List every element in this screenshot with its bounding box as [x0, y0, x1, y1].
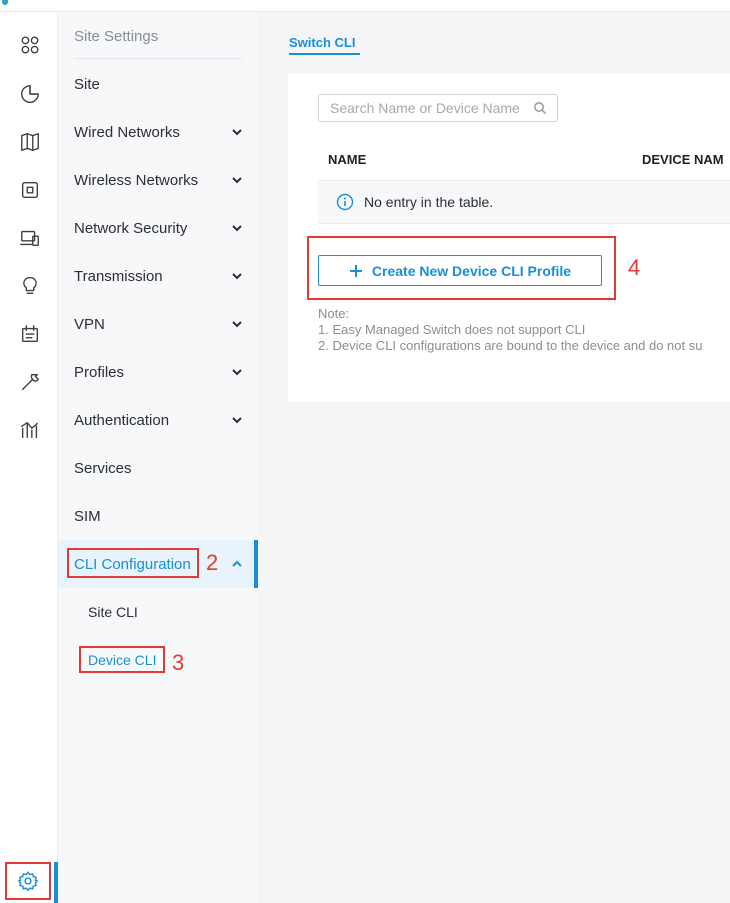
- chevron-down-icon: [230, 317, 244, 331]
- nav-item-label: Profiles: [74, 363, 125, 381]
- tools-icon[interactable]: [17, 369, 43, 395]
- chevron-down-icon: [230, 221, 244, 235]
- nav-subitem-label: Site CLI: [88, 604, 138, 620]
- settings-gear-icon[interactable]: [5, 862, 51, 900]
- empty-table-message: No entry in the table.: [364, 194, 494, 210]
- nav-item-label: Site: [74, 75, 100, 93]
- site-settings-nav: Site Settings Site Wired Networks Wirele…: [58, 12, 258, 903]
- info-icon: [336, 193, 354, 211]
- table-empty-row: No entry in the table.: [318, 181, 730, 224]
- nav-item-site[interactable]: Site: [58, 60, 258, 108]
- note-heading: Note:: [318, 306, 350, 321]
- annotation-2: 2: [206, 550, 219, 575]
- search-input[interactable]: [330, 100, 526, 116]
- search-icon[interactable]: [533, 101, 547, 115]
- highlight-box-3: [79, 646, 165, 673]
- note-line-1: 1. Easy Managed Switch does not support …: [318, 322, 586, 337]
- annotation-3: 3: [172, 650, 185, 675]
- nav-item-label: Transmission: [74, 267, 163, 285]
- dashboard-icon[interactable]: [17, 32, 43, 58]
- icon-rail: [0, 12, 58, 903]
- nav-item-profiles[interactable]: Profiles: [58, 348, 258, 396]
- tab-active-underline: [289, 53, 360, 55]
- chevron-up-icon: [230, 557, 244, 571]
- insight-icon[interactable]: [17, 273, 43, 299]
- highlight-box-2: [67, 548, 199, 578]
- nav-item-services[interactable]: Services: [58, 444, 258, 492]
- nav-item-label: Wireless Networks: [74, 171, 199, 189]
- top-bar: [0, 0, 730, 12]
- chevron-down-icon: [230, 269, 244, 283]
- nav-item-wireless-networks[interactable]: Wireless Networks: [58, 156, 258, 204]
- tab-switch-cli[interactable]: Switch CLI: [289, 35, 355, 50]
- note-text: Note: 1. Easy Managed Switch does not su…: [318, 306, 702, 354]
- nav-item-sim[interactable]: SIM: [58, 492, 258, 540]
- note-line-2: 2. Device CLI configurations are bound t…: [318, 338, 703, 353]
- search-box: [318, 94, 558, 122]
- nav-subitem-site-cli[interactable]: Site CLI: [58, 588, 258, 636]
- devices-icon[interactable]: [17, 177, 43, 203]
- nav-item-network-security[interactable]: Network Security: [58, 204, 258, 252]
- clients-icon[interactable]: [17, 225, 43, 251]
- column-header-name[interactable]: NAME: [328, 152, 366, 167]
- chevron-down-icon: [230, 173, 244, 187]
- nav-divider: [74, 58, 242, 59]
- nav-item-authentication[interactable]: Authentication: [58, 396, 258, 444]
- column-header-device-name[interactable]: DEVICE NAM: [642, 152, 724, 167]
- nav-item-label: Network Security: [74, 219, 188, 237]
- nav-item-label: Services: [74, 459, 132, 477]
- chevron-down-icon: [230, 413, 244, 427]
- annotation-4: 4: [628, 255, 641, 280]
- nav-item-label: Wired Networks: [74, 123, 180, 141]
- statistics-icon[interactable]: [17, 81, 43, 107]
- nav-item-transmission[interactable]: Transmission: [58, 252, 258, 300]
- chevron-down-icon: [230, 365, 244, 379]
- map-icon[interactable]: [17, 129, 43, 155]
- nav-item-label: SIM: [74, 507, 101, 525]
- chevron-down-icon: [230, 125, 244, 139]
- nav-item-vpn[interactable]: VPN: [58, 300, 258, 348]
- highlight-box-4: [307, 236, 616, 300]
- table-header: NAME DEVICE NAM: [318, 136, 730, 181]
- main-content: Switch CLI NAME DEVICE NAM No entry in t…: [258, 12, 730, 903]
- nav-item-wired-networks[interactable]: Wired Networks: [58, 108, 258, 156]
- reports-icon[interactable]: [17, 417, 43, 443]
- nav-item-label: Authentication: [74, 411, 170, 429]
- nav-title: Site Settings: [74, 28, 159, 45]
- logo-fragment: [2, 0, 8, 5]
- nav-item-label: VPN: [74, 315, 105, 333]
- logs-icon[interactable]: [17, 321, 43, 347]
